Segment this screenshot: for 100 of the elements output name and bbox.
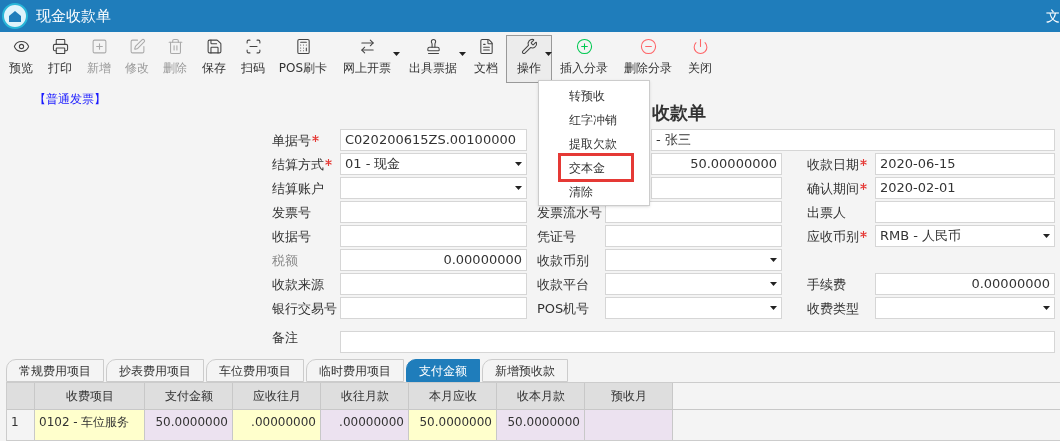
column-header: 本月应收 bbox=[409, 383, 497, 409]
toolbar-button[interactable]: 删除分录 bbox=[616, 35, 680, 83]
menu-item[interactable]: 交本金 bbox=[561, 156, 631, 179]
input-field[interactable]: C020200615ZS.00100000 bbox=[340, 129, 527, 151]
table-cell: .00000000 bbox=[233, 410, 321, 440]
field-label: 银行交易号 bbox=[272, 299, 338, 318]
edit-icon bbox=[128, 38, 146, 55]
input-field[interactable]: 0.00000000 bbox=[875, 273, 1055, 295]
field-label: 收款币别 bbox=[537, 251, 590, 270]
dropdown-field[interactable] bbox=[340, 177, 527, 199]
dropdown-field[interactable]: RMB - 人民币 bbox=[875, 225, 1055, 247]
tab[interactable]: 支付金额 bbox=[406, 359, 480, 382]
input-field[interactable] bbox=[340, 297, 527, 319]
toolbar-button[interactable]: 网上开票 bbox=[334, 35, 400, 83]
input-field[interactable] bbox=[651, 177, 782, 199]
required-star-icon bbox=[325, 158, 332, 166]
field-label: 发票号 bbox=[272, 203, 312, 222]
field-label: 备注 bbox=[272, 328, 299, 347]
column-header: 收费项目 bbox=[35, 383, 145, 409]
tab[interactable]: 常规费用项目 bbox=[6, 359, 104, 382]
table-cell: 0102 - 车位服务 bbox=[35, 410, 145, 440]
table-cell: 50.0000000 bbox=[145, 410, 233, 440]
scan-icon bbox=[244, 38, 262, 55]
input-field[interactable]: 50.00000000 bbox=[651, 153, 782, 175]
input-field[interactable]: 2020-02-01 bbox=[875, 177, 1055, 199]
dropdown-field[interactable] bbox=[875, 297, 1055, 319]
dropdown-arrow-icon bbox=[515, 162, 522, 166]
swap-arrows-icon bbox=[358, 38, 376, 55]
add-square-icon bbox=[90, 38, 108, 55]
dropdown-field[interactable] bbox=[605, 249, 782, 271]
column-header: 支付金额 bbox=[145, 383, 233, 409]
plus-circle-icon bbox=[575, 38, 593, 55]
column-header: 收本月款 bbox=[497, 383, 585, 409]
field-label: 结算方式 bbox=[272, 154, 340, 175]
dropdown-field[interactable] bbox=[605, 297, 782, 319]
toolbar-button[interactable]: 扫码 bbox=[234, 35, 272, 83]
field-label: 确认期间 bbox=[807, 178, 875, 199]
required-star-icon bbox=[860, 158, 867, 166]
table-cell: 50.0000000 bbox=[409, 410, 497, 440]
dropdown-arrow-icon bbox=[770, 282, 777, 286]
field-label: 收费类型 bbox=[807, 299, 860, 318]
dropdown-arrow-icon bbox=[770, 306, 777, 310]
field-label: 税额 bbox=[272, 251, 299, 270]
wrench-icon bbox=[520, 38, 538, 55]
stamp-icon bbox=[424, 38, 442, 55]
input-field[interactable] bbox=[605, 225, 782, 247]
menu-item[interactable]: 红字冲销 bbox=[561, 108, 625, 131]
menu-item[interactable]: 提取欠款 bbox=[561, 132, 625, 155]
input-field[interactable] bbox=[340, 273, 527, 295]
menu-item[interactable]: 转预收 bbox=[561, 84, 613, 107]
eye-icon bbox=[12, 38, 30, 55]
toolbar-button[interactable]: 操作 bbox=[506, 35, 552, 83]
menu-item[interactable]: 清除 bbox=[561, 180, 601, 203]
dropdown-arrow-icon bbox=[1043, 234, 1050, 238]
dropdown-arrow-icon bbox=[770, 258, 777, 262]
tab[interactable]: 临时费用项目 bbox=[306, 359, 404, 382]
field-label: 收据号 bbox=[272, 227, 312, 246]
minus-circle-icon bbox=[639, 38, 657, 55]
document-icon bbox=[477, 38, 495, 55]
required-star-icon bbox=[860, 230, 867, 238]
required-star-icon bbox=[312, 134, 319, 142]
field-label: 发票流水号 bbox=[537, 203, 603, 222]
dropdown-field[interactable]: 01 - 现金 bbox=[340, 153, 527, 175]
printer-icon bbox=[51, 38, 69, 55]
trash-icon bbox=[166, 38, 184, 55]
column-header: 应收往月 bbox=[233, 383, 321, 409]
tab[interactable]: 车位费用项目 bbox=[206, 359, 304, 382]
toolbar-button[interactable]: 出具票据 bbox=[400, 35, 466, 83]
toolbar-button[interactable]: 预览 bbox=[2, 35, 40, 83]
input-field[interactable] bbox=[340, 331, 1055, 353]
input-field[interactable] bbox=[875, 201, 1055, 223]
field-label: 收款平台 bbox=[537, 275, 590, 294]
toolbar-button[interactable]: 插入分录 bbox=[552, 35, 616, 83]
field-label: 单据号 bbox=[272, 130, 340, 151]
input-field[interactable] bbox=[605, 201, 782, 223]
input-field[interactable] bbox=[340, 201, 527, 223]
dropdown-field[interactable] bbox=[605, 273, 782, 295]
field-label: 凭证号 bbox=[537, 227, 577, 246]
input-field[interactable]: 0.00000000 bbox=[340, 249, 527, 271]
input-field[interactable]: 2020-06-15 bbox=[875, 153, 1055, 175]
field-label: 收款日期 bbox=[807, 154, 875, 175]
toolbar-button[interactable]: 保存 bbox=[194, 35, 234, 83]
input-field[interactable] bbox=[340, 225, 527, 247]
required-star-icon bbox=[860, 182, 867, 190]
power-icon bbox=[691, 38, 709, 55]
table-cell: 50.0000000 bbox=[497, 410, 585, 440]
window-title: 现金收款单 bbox=[36, 5, 111, 27]
toolbar-button[interactable]: 文档 bbox=[466, 35, 506, 83]
field-label: POS机号 bbox=[537, 299, 591, 318]
tab[interactable]: 新增预收款 bbox=[482, 359, 568, 382]
calculator-icon bbox=[294, 38, 312, 55]
input-field[interactable]: - 张三 bbox=[651, 129, 1055, 151]
toolbar-button[interactable]: 打印 bbox=[40, 35, 80, 83]
table-cell: .00000000 bbox=[321, 410, 409, 440]
toolbar-button[interactable]: 关闭 bbox=[680, 35, 720, 83]
column-header: 预收月 bbox=[585, 383, 673, 409]
tab[interactable]: 抄表费用项目 bbox=[106, 359, 204, 382]
form-heading: 收款单 bbox=[652, 102, 706, 124]
dropdown-arrow-icon bbox=[515, 186, 522, 190]
toolbar-button[interactable]: POS刷卡 bbox=[272, 35, 334, 83]
